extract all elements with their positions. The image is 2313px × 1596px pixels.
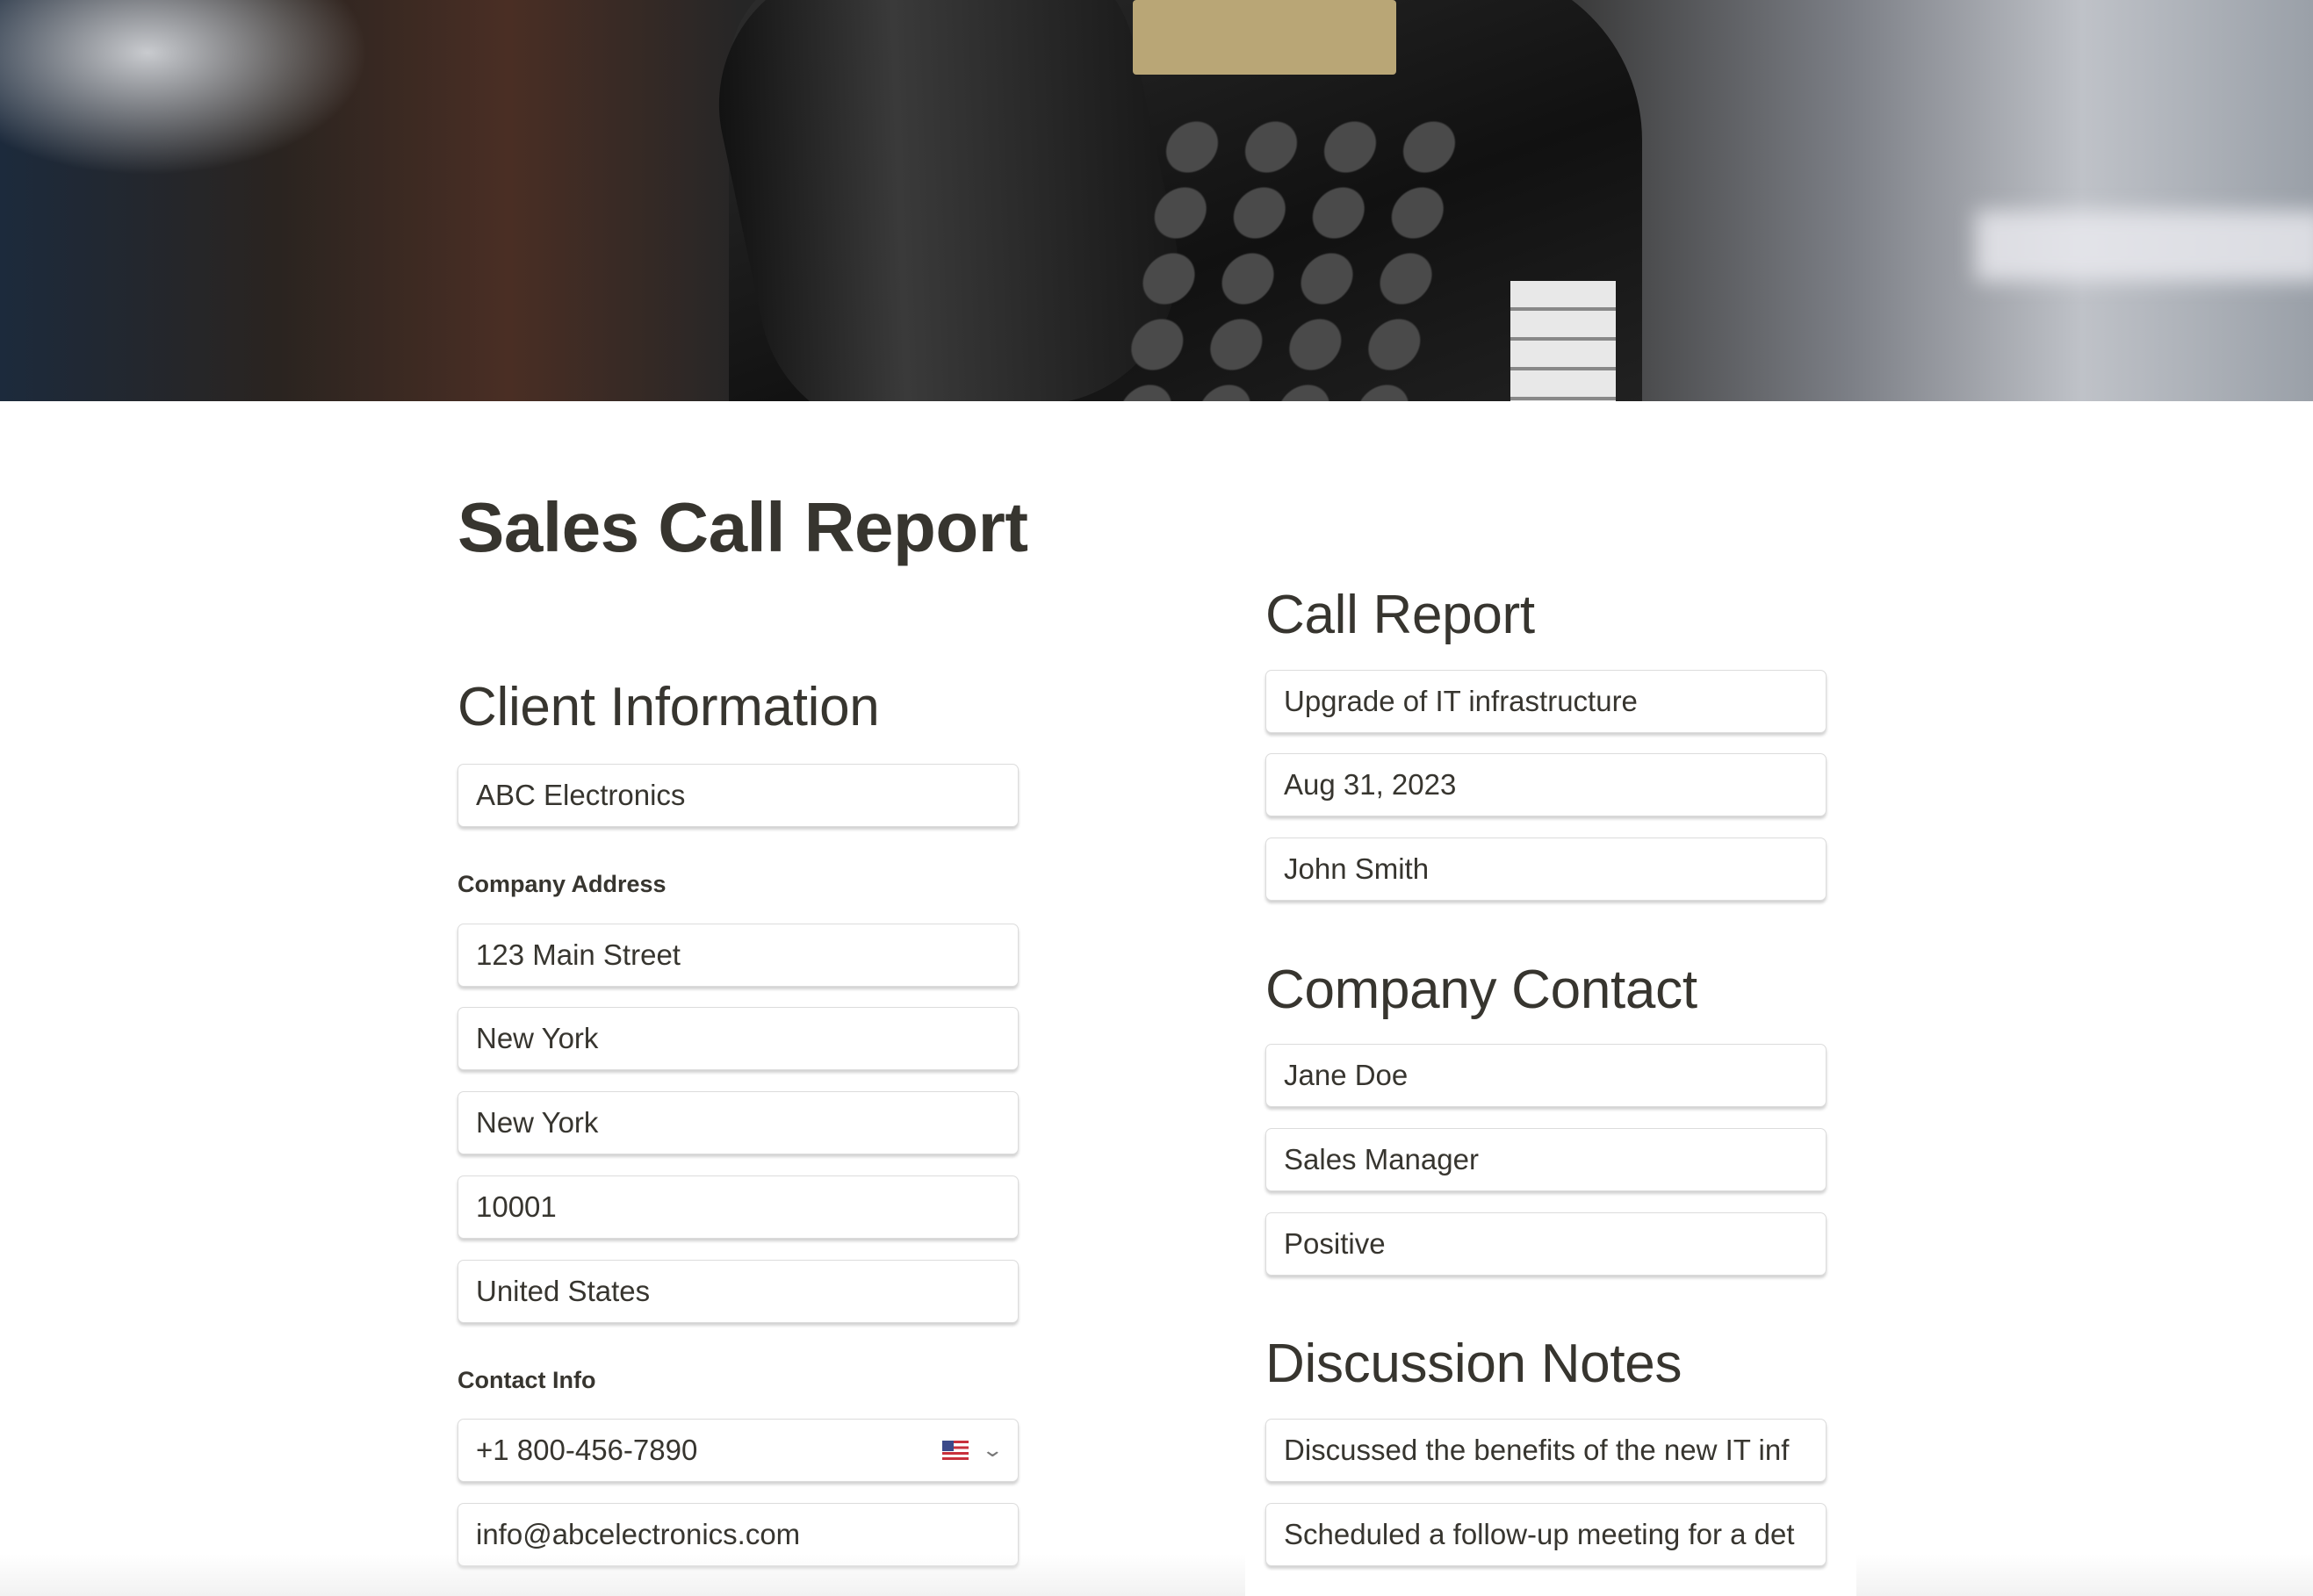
field-value: 10001 (476, 1190, 557, 1223)
sales-rep-field[interactable]: John Smith (1265, 838, 1827, 901)
note-field-2[interactable]: Scheduled a follow-up meeting for a det (1265, 1503, 1827, 1566)
outcome-field[interactable]: Positive (1265, 1212, 1827, 1276)
field-value: ABC Electronics (476, 779, 686, 811)
us-flag-icon[interactable] (941, 1441, 969, 1460)
company-contact-heading: Company Contact (1265, 960, 1697, 1020)
state-field[interactable]: New York (458, 1091, 1019, 1154)
field-value: New York (476, 1106, 599, 1139)
bottom-fade (0, 1554, 2313, 1596)
field-value: Jane Doe (1284, 1059, 1409, 1091)
call-date-field[interactable]: Aug 31, 2023 (1265, 753, 1827, 816)
discussion-notes-heading: Discussion Notes (1265, 1334, 1683, 1394)
page-title: Sales Call Report (458, 488, 1028, 566)
note-field-1[interactable]: Discussed the benefits of the new IT inf (1265, 1419, 1827, 1482)
zip-field[interactable]: 10001 (458, 1175, 1019, 1239)
field-value: Upgrade of IT infrastructure (1284, 685, 1638, 717)
field-value: Sales Manager (1284, 1143, 1479, 1175)
chevron-down-icon[interactable]: ⌄ (981, 1439, 1004, 1462)
call-topic-field[interactable]: Upgrade of IT infrastructure (1265, 670, 1827, 733)
company-name-field[interactable]: ABC Electronics (458, 764, 1019, 827)
call-report-heading: Call Report (1265, 585, 1535, 645)
country-field[interactable]: United States (458, 1260, 1019, 1323)
field-value: Aug 31, 2023 (1284, 768, 1457, 801)
city-field[interactable]: New York (458, 1007, 1019, 1070)
field-value: +1 800-456-7890 (476, 1434, 698, 1466)
field-value: Discussed the benefits of the new IT inf (1284, 1434, 1790, 1466)
client-information-heading: Client Information (458, 677, 880, 737)
cover-image (0, 0, 2313, 401)
field-value: Scheduled a follow-up meeting for a det (1284, 1518, 1795, 1550)
phone-field[interactable]: +1 800-456-7890 ⌄ (458, 1419, 1019, 1482)
field-value: info@abcelectronics.com (476, 1518, 801, 1550)
street-field[interactable]: 123 Main Street (458, 924, 1019, 987)
field-value: John Smith (1284, 852, 1430, 885)
field-value: 123 Main Street (476, 938, 681, 971)
contact-title-field[interactable]: Sales Manager (1265, 1128, 1827, 1191)
contact-info-label: Contact Info (458, 1367, 596, 1393)
contact-name-field[interactable]: Jane Doe (1265, 1044, 1827, 1107)
field-value: New York (476, 1022, 599, 1054)
company-address-label: Company Address (458, 871, 667, 897)
field-value: Positive (1284, 1227, 1386, 1260)
field-value: United States (476, 1275, 651, 1307)
